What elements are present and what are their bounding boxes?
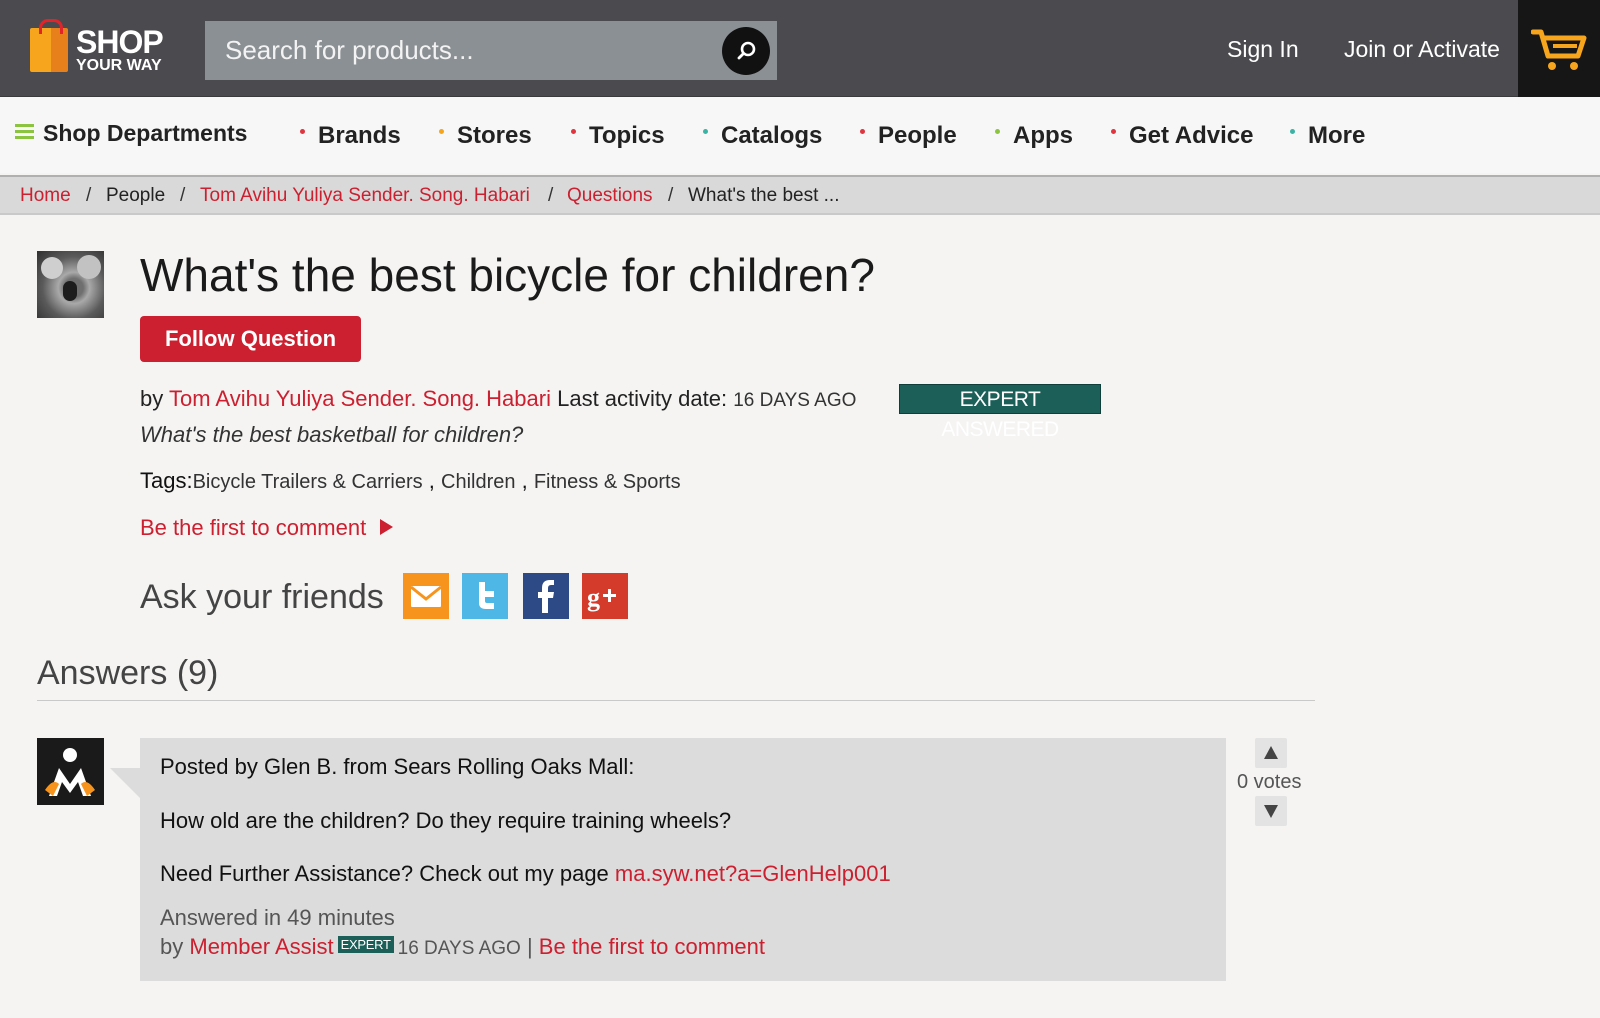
shopping-bag-icon xyxy=(30,19,68,72)
tag-separator: , xyxy=(521,468,534,493)
sign-in-link[interactable]: Sign In xyxy=(1227,36,1299,63)
nav-dot xyxy=(703,129,708,135)
tag-link[interactable]: Fitness & Sports xyxy=(534,471,681,493)
answer-posted-by: Posted by Glen B. from Sears Rolling Oak… xyxy=(160,754,635,779)
search-button[interactable] xyxy=(722,27,770,75)
mail-icon[interactable] xyxy=(403,573,449,619)
nav-item-label: Catalogs xyxy=(721,122,823,149)
answered-in: Answered in 49 minutes xyxy=(160,905,395,930)
nav-item-label: More xyxy=(1308,122,1366,149)
nav-item-label: Stores xyxy=(457,122,532,149)
breadcrumb-user[interactable]: Tom Avihu Yuliya Sender. Song. Habari xyxy=(200,185,530,207)
nav-item-label: Brands xyxy=(318,122,401,149)
by-label: by xyxy=(160,934,184,959)
answer-byline: by Member Assist EXPERT 16 DAYS AGO | Be t… xyxy=(160,934,765,960)
nav-dot xyxy=(1290,129,1295,135)
answers-divider xyxy=(37,700,1315,701)
answer-comment-link[interactable]: Be the first to comment xyxy=(539,934,765,959)
last-activity-label: Last activity date: xyxy=(557,386,728,411)
answer-card: Posted by Glen B. from Sears Rolling Oak… xyxy=(110,738,1226,981)
facebook-icon[interactable] xyxy=(523,573,569,619)
answer-body: How old are the children? Do they requir… xyxy=(160,808,732,833)
follow-question-button[interactable]: Follow Question xyxy=(140,316,361,362)
google-plus-icon[interactable]: g xyxy=(582,573,628,619)
nav-dot xyxy=(439,129,444,135)
cart-button[interactable] xyxy=(1518,0,1600,97)
breadcrumb: Home / People / Tom Avihu Yuliya Sender.… xyxy=(0,175,1600,215)
nav-item-more[interactable]: More xyxy=(1290,122,1365,150)
search-bar xyxy=(205,21,777,80)
breadcrumb-questions[interactable]: Questions xyxy=(567,185,653,207)
top-header: SHOP YOUR WAY Sign In Join or Activate xyxy=(0,0,1600,97)
nav-dot xyxy=(300,129,305,135)
play-arrow-icon xyxy=(380,519,394,536)
breadcrumb-people: People xyxy=(106,185,166,206)
breadcrumb-current: What's the best ... xyxy=(688,185,840,206)
expert-answered-badge: EXPERT ANSWERED xyxy=(899,384,1101,441)
byline-separator: | xyxy=(526,934,533,959)
svg-text:g: g xyxy=(587,583,600,612)
vote-count: 0 votes xyxy=(1237,771,1302,793)
nav-item-brands[interactable]: Brands xyxy=(300,122,401,150)
first-comment-link[interactable]: Be the first to comment xyxy=(140,515,394,541)
answer-date: 16 DAYS AGO xyxy=(397,938,521,959)
breadcrumb-separator: / xyxy=(668,185,674,206)
by-label: by xyxy=(140,386,164,411)
question-description: What's the best basketball for children? xyxy=(140,422,524,447)
vote-down-button[interactable] xyxy=(1255,796,1287,826)
logo-line-2: YOUR WAY xyxy=(76,57,162,74)
nav-dot xyxy=(860,129,865,135)
hamburger-menu-icon[interactable] xyxy=(15,124,34,139)
join-activate-link[interactable]: Join or Activate xyxy=(1344,36,1500,63)
twitter-icon[interactable] xyxy=(462,573,508,619)
question-byline: by Tom Avihu Yuliya Sender. Song. Habari… xyxy=(140,386,856,412)
answer-assistance: Need Further Assistance? Check out my pa… xyxy=(160,861,891,887)
search-input[interactable] xyxy=(205,21,705,80)
logo-line-1: SHOP xyxy=(76,24,164,60)
vote-up-button[interactable] xyxy=(1255,738,1287,768)
question-tags: Tags:Bicycle Trailers & Carriers , Child… xyxy=(140,468,681,494)
shop-departments-link[interactable]: Shop Departments xyxy=(43,120,247,147)
shop-your-way-logo[interactable]: SHOP YOUR WAY xyxy=(30,19,180,76)
tag-link[interactable]: Bicycle Trailers & Carriers xyxy=(193,471,423,493)
nav-item-label: Apps xyxy=(1013,122,1073,149)
search-icon xyxy=(737,41,756,60)
nav-item-topics[interactable]: Topics xyxy=(571,122,665,150)
breadcrumb-separator: / xyxy=(86,185,92,206)
nav-dot xyxy=(571,129,576,135)
nav-item-get-advice[interactable]: Get Advice xyxy=(1111,122,1254,150)
nav-dot xyxy=(995,129,1000,135)
assistance-text: Need Further Assistance? Check out my pa… xyxy=(160,861,609,886)
nav-item-people[interactable]: People xyxy=(860,122,957,150)
first-comment-label: Be the first to comment xyxy=(140,515,367,540)
nav-item-label: People xyxy=(878,122,957,149)
assistance-link[interactable]: ma.syw.net?a=GlenHelp001 xyxy=(615,861,891,886)
nav-item-catalogs[interactable]: Catalogs xyxy=(703,122,822,150)
answerer-avatar[interactable] xyxy=(37,738,104,805)
breadcrumb-home[interactable]: Home xyxy=(20,185,71,207)
nav-item-stores[interactable]: Stores xyxy=(439,122,532,150)
author-link[interactable]: Tom Avihu Yuliya Sender. Song. Habari xyxy=(169,386,551,411)
main-nav: Shop Departments Brands Stores Topics Ca… xyxy=(0,97,1600,173)
question-title: What's the best bicycle for children? xyxy=(140,249,875,301)
breadcrumb-separator: / xyxy=(180,185,186,206)
nav-item-apps[interactable]: Apps xyxy=(995,122,1073,150)
nav-item-label: Topics xyxy=(589,122,665,149)
last-activity-date: 16 DAYS AGO xyxy=(733,390,857,411)
asker-avatar[interactable] xyxy=(37,251,104,318)
nav-item-label: Get Advice xyxy=(1129,122,1254,149)
ask-friends-label: Ask your friends xyxy=(140,578,384,616)
expert-badge: EXPERT xyxy=(337,935,394,953)
cart-icon xyxy=(1531,29,1587,70)
breadcrumb-separator: / xyxy=(548,185,554,206)
answer-author-link[interactable]: Member Assist xyxy=(189,934,333,959)
tag-link[interactable]: Children xyxy=(441,471,515,493)
nav-dot xyxy=(1111,129,1116,135)
tags-label: Tags: xyxy=(140,468,193,493)
answers-heading: Answers (9) xyxy=(37,654,219,692)
tag-separator: , xyxy=(428,468,441,493)
